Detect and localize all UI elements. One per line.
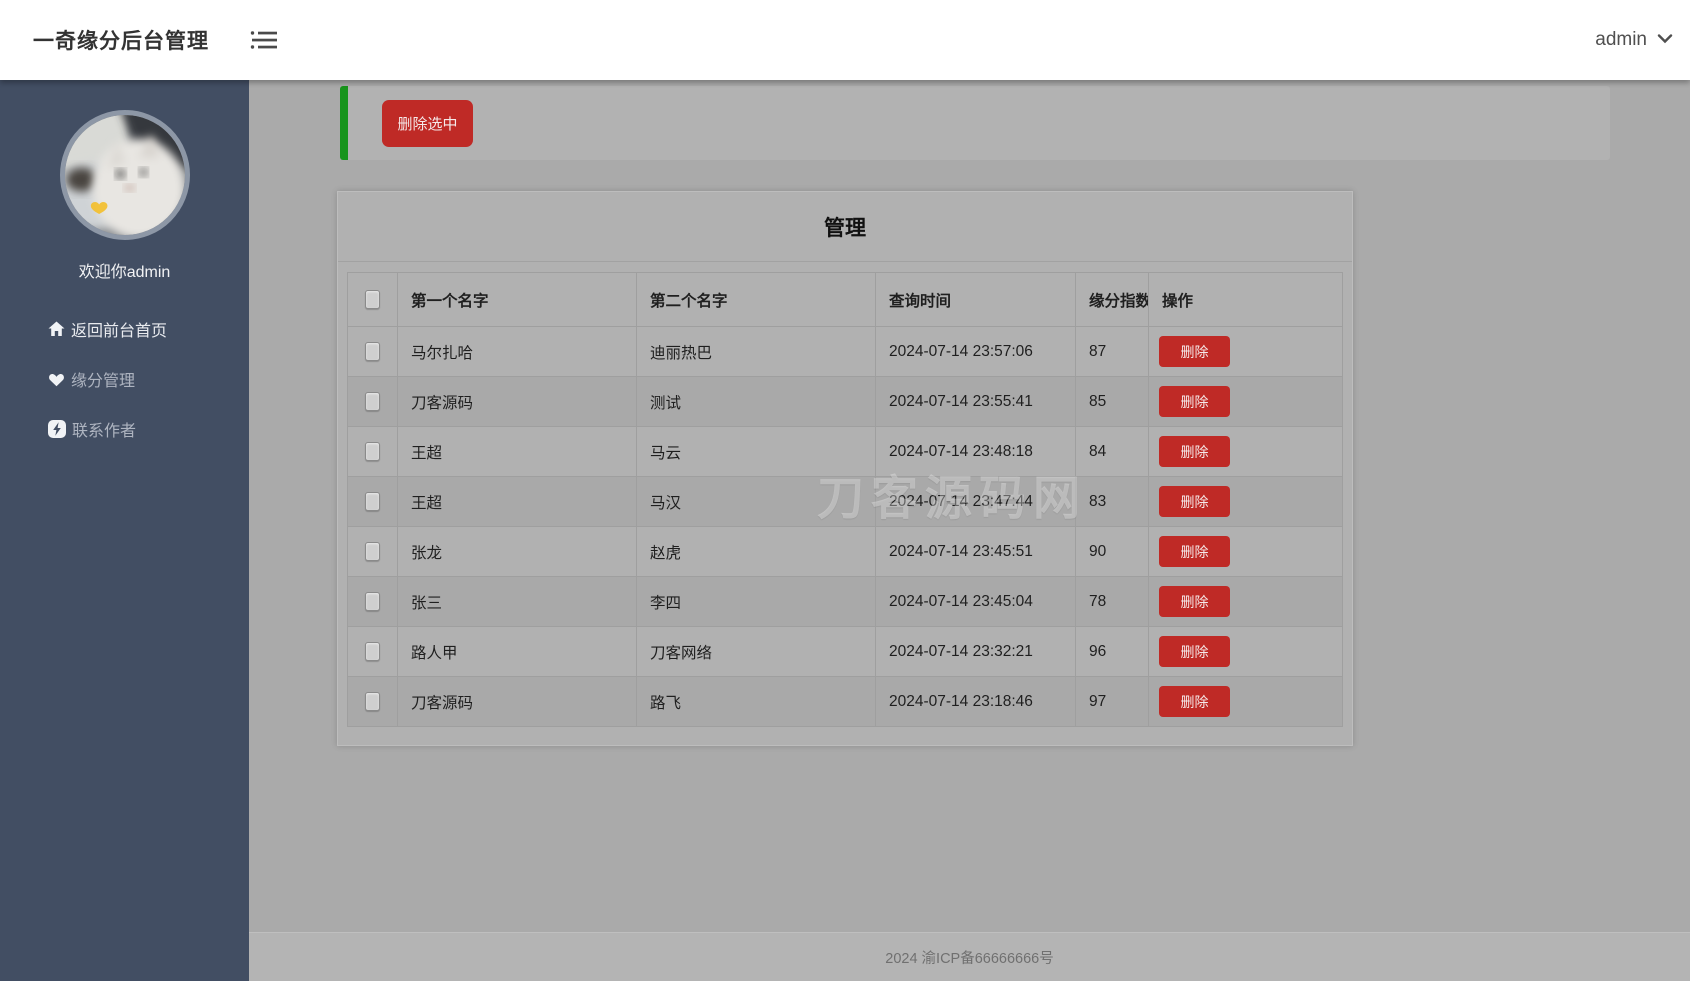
cell-fate-score: 87 (1076, 327, 1149, 377)
main-content: 删除选中 管理 第一个名字 第二个名字 查询时间 缘分指数 操作 (249, 80, 1690, 981)
delete-row-button[interactable]: 删除 (1159, 586, 1230, 617)
delete-selected-button[interactable]: 删除选中 (382, 100, 473, 147)
bolt-icon (48, 420, 66, 438)
cell-query-time: 2024-07-14 23:32:21 (876, 627, 1076, 677)
menu-toggle-icon[interactable] (249, 28, 279, 52)
table-row: 张三 李四 2024-07-14 23:45:04 78 删除 (348, 577, 1343, 627)
col-second-name: 第二个名字 (637, 273, 876, 327)
delete-row-button[interactable]: 删除 (1159, 386, 1230, 417)
cell-first-name: 马尔扎哈 (398, 327, 637, 377)
cell-second-name: 测试 (637, 377, 876, 427)
delete-row-button[interactable]: 删除 (1159, 336, 1230, 367)
cell-second-name: 马云 (637, 427, 876, 477)
col-first-name: 第一个名字 (398, 273, 637, 327)
manage-panel: 管理 第一个名字 第二个名字 查询时间 缘分指数 操作 (337, 191, 1353, 746)
col-fate-score: 缘分指数 (1076, 273, 1149, 327)
row-checkbox[interactable] (365, 492, 380, 511)
col-query-time: 查询时间 (876, 273, 1076, 327)
cell-query-time: 2024-07-14 23:45:04 (876, 577, 1076, 627)
table-row: 刀客源码 测试 2024-07-14 23:55:41 85 删除 (348, 377, 1343, 427)
cell-second-name: 赵虎 (637, 527, 876, 577)
table-row: 王超 马汉 2024-07-14 23:47:44 83 删除 (348, 477, 1343, 527)
sidebar-item-label: 缘分管理 (71, 367, 135, 391)
cell-fate-score: 90 (1076, 527, 1149, 577)
home-icon (48, 321, 65, 337)
page: 一奇缘分后台管理 admin (0, 0, 1690, 981)
cell-fate-score: 96 (1076, 627, 1149, 677)
sidebar-nav: 返回前台首页 缘分管理 (0, 304, 249, 454)
cell-fate-score: 84 (1076, 427, 1149, 477)
sidebar-item-fate[interactable]: 缘分管理 (48, 354, 249, 404)
table-row: 马尔扎哈 迪丽热巴 2024-07-14 23:57:06 87 删除 (348, 327, 1343, 377)
user-menu[interactable]: admin (1595, 29, 1675, 51)
sidebar-item-label: 联系作者 (72, 417, 136, 441)
navbar-left: 一奇缘分后台管理 (33, 25, 279, 55)
app-title: 一奇缘分后台管理 (33, 25, 209, 55)
cell-second-name: 马汉 (637, 477, 876, 527)
delete-row-button[interactable]: 删除 (1159, 686, 1230, 717)
cell-second-name: 李四 (637, 577, 876, 627)
delete-row-button[interactable]: 删除 (1159, 636, 1230, 667)
row-checkbox[interactable] (365, 542, 380, 561)
cell-fate-score: 97 (1076, 677, 1149, 727)
delete-row-button[interactable]: 删除 (1159, 486, 1230, 517)
cell-second-name: 刀客网络 (637, 627, 876, 677)
cell-first-name: 刀客源码 (398, 677, 637, 727)
cell-second-name: 路飞 (637, 677, 876, 727)
panel-title: 管理 (338, 192, 1352, 262)
cell-query-time: 2024-07-14 23:57:06 (876, 327, 1076, 377)
icp-text: 2024 渝ICP备66666666号 (885, 947, 1053, 968)
cell-query-time: 2024-07-14 23:48:18 (876, 427, 1076, 477)
cell-first-name: 刀客源码 (398, 377, 637, 427)
cell-query-time: 2024-07-14 23:18:46 (876, 677, 1076, 727)
cell-query-time: 2024-07-14 23:45:51 (876, 527, 1076, 577)
row-checkbox[interactable] (365, 342, 380, 361)
sidebar-item-contact[interactable]: 联系作者 (48, 404, 249, 454)
cell-first-name: 张龙 (398, 527, 637, 577)
table-row: 路人甲 刀客网络 2024-07-14 23:32:21 96 删除 (348, 627, 1343, 677)
cell-query-time: 2024-07-14 23:55:41 (876, 377, 1076, 427)
heart-icon (48, 372, 65, 387)
row-checkbox[interactable] (365, 642, 380, 661)
top-navbar: 一奇缘分后台管理 admin (0, 0, 1690, 80)
delete-row-button[interactable]: 删除 (1159, 536, 1230, 567)
row-checkbox[interactable] (365, 392, 380, 411)
delete-row-button[interactable]: 删除 (1159, 436, 1230, 467)
cell-fate-score: 83 (1076, 477, 1149, 527)
cell-fate-score: 85 (1076, 377, 1149, 427)
toolbar-alert: 删除选中 (340, 86, 1610, 160)
table-row: 张龙 赵虎 2024-07-14 23:45:51 90 删除 (348, 527, 1343, 577)
welcome-text: 欢迎你admin (79, 258, 171, 282)
cell-fate-score: 78 (1076, 577, 1149, 627)
row-checkbox[interactable] (365, 592, 380, 611)
chevron-down-icon (1657, 31, 1673, 49)
cell-first-name: 王超 (398, 477, 637, 527)
table-row: 王超 马云 2024-07-14 23:48:18 84 删除 (348, 427, 1343, 477)
body-row: 欢迎你admin 返回前台首页 缘分管理 (0, 80, 1690, 981)
select-all-checkbox[interactable] (365, 290, 380, 309)
fate-table: 第一个名字 第二个名字 查询时间 缘分指数 操作 马尔扎哈 迪丽热巴 2024 (347, 272, 1343, 727)
row-checkbox[interactable] (365, 692, 380, 711)
row-checkbox[interactable] (365, 442, 380, 461)
cell-query-time: 2024-07-14 23:47:44 (876, 477, 1076, 527)
col-actions: 操作 (1149, 273, 1343, 327)
sidebar-item-home[interactable]: 返回前台首页 (48, 304, 249, 354)
cell-first-name: 王超 (398, 427, 637, 477)
cell-second-name: 迪丽热巴 (637, 327, 876, 377)
footer: 2024 渝ICP备66666666号 (249, 932, 1690, 981)
cell-first-name: 路人甲 (398, 627, 637, 677)
table-header-row: 第一个名字 第二个名字 查询时间 缘分指数 操作 (348, 273, 1343, 327)
sidebar-item-label: 返回前台首页 (71, 317, 167, 341)
cell-first-name: 张三 (398, 577, 637, 627)
avatar (60, 110, 190, 240)
user-name: admin (1595, 29, 1647, 51)
sidebar: 欢迎你admin 返回前台首页 缘分管理 (0, 80, 249, 981)
table-row: 刀客源码 路飞 2024-07-14 23:18:46 97 删除 (348, 677, 1343, 727)
